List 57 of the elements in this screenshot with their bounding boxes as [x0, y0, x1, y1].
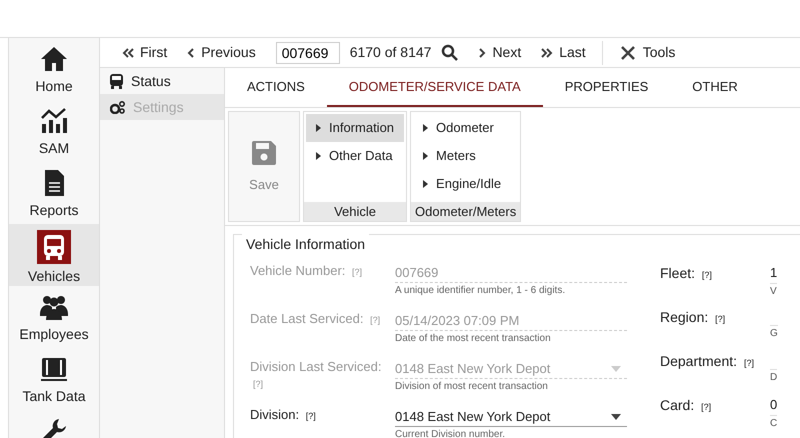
field-hint: Current Division number.: [395, 428, 506, 438]
field-hint: V: [770, 282, 778, 298]
triangle-right-icon: [423, 124, 428, 132]
field-label: Division Last Serviced: [?]: [250, 359, 382, 391]
first-button[interactable]: First: [112, 42, 178, 63]
previous-button[interactable]: Previous: [177, 42, 266, 63]
group-title: Odometer/Meters: [411, 202, 520, 221]
field-hint: Date of the most recent transaction: [395, 332, 552, 346]
nav-item[interactable]: SAM: [9, 100, 99, 162]
ribbon-item[interactable]: Engine/Idle: [413, 170, 518, 198]
chart-icon: [39, 106, 69, 136]
nav-item[interactable]: Employees: [9, 286, 99, 348]
field-hint: G: [770, 325, 778, 341]
field-label: Card: [?]: [660, 396, 712, 415]
caret-icon: [611, 366, 621, 372]
submenu-item[interactable]: Status: [100, 68, 224, 94]
field-hint: A unique identifier number, 1 - 6 digits.: [395, 284, 566, 298]
nav-item[interactable]: Vehicles: [9, 224, 99, 286]
field-label: Region: [?]: [660, 308, 726, 327]
ribbon-item[interactable]: Information: [306, 114, 404, 142]
tab[interactable]: ACTIONS: [225, 68, 327, 107]
field-value: 1: [770, 264, 778, 282]
bus-icon: [37, 230, 71, 264]
field-hint: D: [770, 369, 778, 385]
group-title: Vehicle: [304, 202, 406, 221]
home-icon: [39, 44, 69, 74]
tab[interactable]: PROPERTIES: [542, 68, 670, 107]
nav-item[interactable]: Tank Data: [9, 348, 99, 410]
ribbon-item[interactable]: Odometer: [413, 114, 518, 142]
nav-item[interactable]: Home: [9, 38, 99, 100]
field-label: Division: [?]: [250, 407, 317, 424]
ribbon-item[interactable]: Meters: [413, 142, 518, 170]
field-value: 0: [770, 396, 778, 414]
record-field[interactable]: 007669: [276, 42, 340, 64]
next-button[interactable]: Next: [468, 42, 532, 63]
tab[interactable]: OTHER: [670, 68, 760, 107]
input-field: 05/14/2023 07:09 PM: [395, 311, 627, 331]
triangle-right-icon: [423, 152, 428, 160]
field-label: Fleet: [?]: [660, 264, 713, 283]
triangle-right-icon: [423, 180, 428, 188]
select-field[interactable]: 0148 East New York Depot: [395, 407, 627, 427]
tab[interactable]: ODOMETER/SERVICE DATA: [326, 68, 543, 107]
input-field: 007669: [395, 263, 627, 283]
field-label: Vehicle Number: [?]: [250, 263, 364, 280]
select-field: 0148 East New York Depot: [395, 359, 627, 379]
triangle-right-icon: [316, 124, 321, 132]
last-button[interactable]: Last: [531, 42, 596, 63]
caret-icon: [611, 414, 621, 420]
field-hint: C: [770, 414, 778, 430]
field-hint: Division of most recent transaction: [395, 380, 549, 394]
nav-item[interactable]: Reports: [9, 162, 99, 224]
ribbon-item[interactable]: Other Data: [306, 142, 404, 170]
field-label: Department: [?]: [660, 352, 755, 371]
record-position: 6170 of 8147: [350, 43, 432, 62]
tools-button[interactable]: Tools: [608, 42, 686, 63]
triangle-right-icon: [316, 152, 321, 160]
field-label: Date Last Serviced: [?]: [250, 311, 382, 328]
